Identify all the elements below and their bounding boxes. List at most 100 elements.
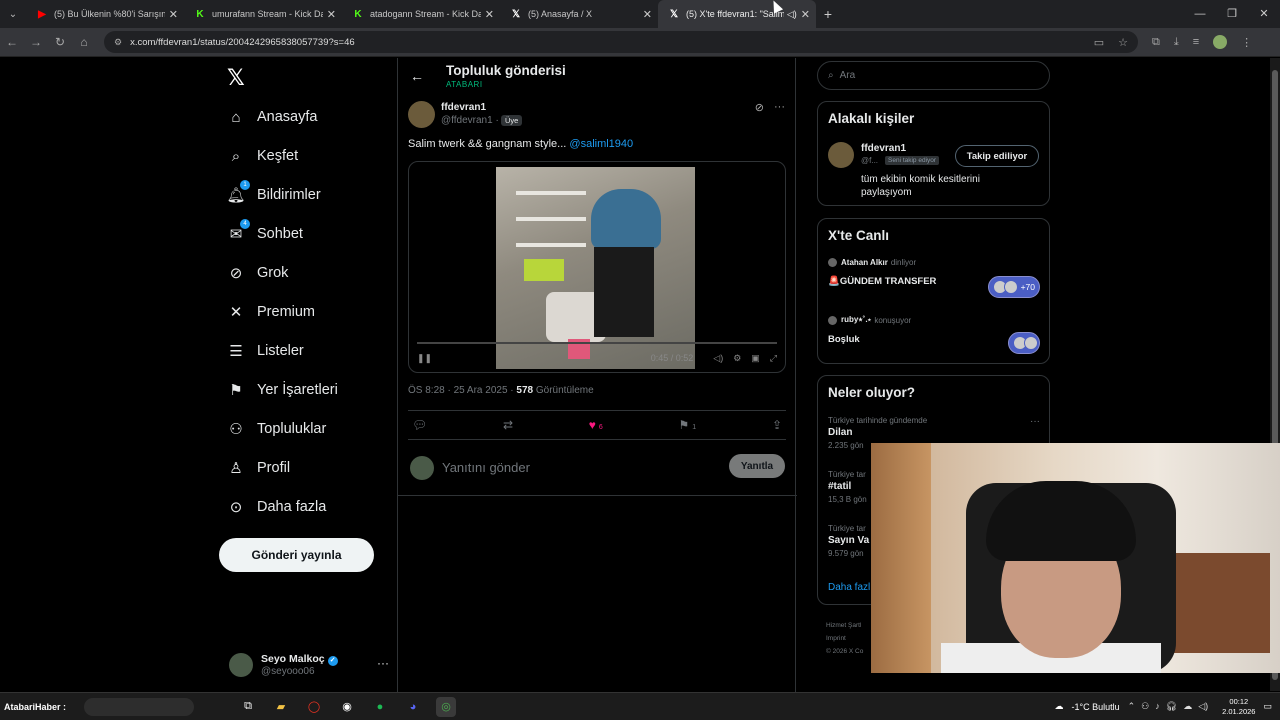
show-more-link[interactable]: Daha fazl xyxy=(828,582,870,593)
task-view-icon[interactable]: ⧉ xyxy=(238,697,258,717)
browser-tab[interactable]: 𝕏 (5) Anasayfa / X ✕ xyxy=(500,0,658,28)
browser-menu-icon[interactable]: ⋮ xyxy=(1241,36,1252,49)
author-name[interactable]: ffdevran1 xyxy=(441,102,486,113)
related-name[interactable]: ffdevran1 xyxy=(861,143,906,154)
chevron-up-icon[interactable]: ⌃ xyxy=(1128,701,1136,712)
weather-icon[interactable]: ☁ xyxy=(1055,701,1064,712)
back-arrow-icon[interactable]: ← xyxy=(410,68,424,84)
grok-icon[interactable]: ⊘ xyxy=(755,101,764,114)
account-switcher[interactable]: Seyo Malkoç ✓ @seyooo06 ··· xyxy=(229,648,389,682)
notification-icon[interactable]: ▭ xyxy=(1263,701,1272,712)
url-field[interactable]: ⚙ x.com/ffdevran1/status/200424296583805… xyxy=(104,31,1138,53)
spotify-icon[interactable]: ● xyxy=(370,697,390,717)
profile-avatar[interactable] xyxy=(1213,35,1228,49)
cast-icon[interactable]: ▭ xyxy=(1094,36,1104,49)
tab-search-icon[interactable]: ⌄ xyxy=(0,0,26,28)
nav-item-bildirimler[interactable]: 🔔︎ 1 Bildirimler xyxy=(226,180,321,210)
file-explorer-icon[interactable]: ▰ xyxy=(271,697,291,717)
more-icon[interactable]: ··· xyxy=(377,656,389,670)
post-time[interactable]: ÖS 8:28 · 25 Ara 2025 · xyxy=(408,385,516,396)
reply-button[interactable]: Yanıtla xyxy=(729,454,785,478)
home-browser-icon[interactable]: ⌂ xyxy=(72,35,96,49)
live-title: X'te Canlı xyxy=(828,228,889,243)
browser-tab[interactable]: Katadogann Stream - Kick Dashb ✕ xyxy=(342,0,500,28)
back-icon[interactable]: ← xyxy=(0,35,24,49)
nav-item-sohbet[interactable]: ✉ 4 Sohbet xyxy=(227,219,303,249)
following-button[interactable]: Takip ediliyor xyxy=(955,145,1039,167)
speaker-icon[interactable]: ◁) xyxy=(787,9,797,20)
like-button[interactable]: ♥ 6 xyxy=(589,418,603,432)
pip-icon[interactable]: ▣ xyxy=(751,353,760,364)
close-tab-icon[interactable]: ✕ xyxy=(801,8,810,21)
volume-icon[interactable]: ◁) xyxy=(1198,701,1208,712)
forward-icon[interactable]: → xyxy=(24,35,48,49)
reply-input[interactable]: Yanıtını gönder xyxy=(442,460,530,475)
video-player[interactable]: ❚❚ 0:45 / 0:52 ◁) ⚙ ▣ ⤢ xyxy=(408,161,786,373)
extensions-icon[interactable]: ⧉ xyxy=(1152,36,1160,49)
bookmark-button[interactable]: ⚑ 1 xyxy=(679,418,697,432)
pause-icon[interactable]: ❚❚ xyxy=(417,353,432,364)
star-icon[interactable]: ☆ xyxy=(1118,36,1128,49)
live-item[interactable]: Atahan Alkır dinliyor 🚨GÜNDEM TRANSFER +7… xyxy=(828,258,1040,298)
post-button[interactable]: Gönderi yayınla xyxy=(219,538,374,572)
author-handle[interactable]: @ffdevran1 · xyxy=(441,115,499,126)
settings-icon[interactable]: ⚙ xyxy=(733,353,741,364)
discord-icon[interactable]: ◕ xyxy=(403,697,423,717)
nav-item-daha-fazla[interactable]: ⊙ Daha fazla xyxy=(227,492,327,522)
app-tray-icon[interactable]: ⚇ xyxy=(1141,701,1149,712)
video-progress[interactable] xyxy=(417,342,777,344)
repost-icon[interactable]: ⇄ xyxy=(503,418,513,432)
nav-item-grok[interactable]: ⊘ Grok xyxy=(227,258,289,288)
footer-link[interactable]: Hizmet Şartl xyxy=(826,619,863,632)
live-listeners-pill[interactable]: +70 xyxy=(987,276,1040,298)
search-input[interactable]: ⌕ Ara xyxy=(817,61,1050,90)
more-icon[interactable]: ··· xyxy=(774,101,785,114)
more-icon[interactable]: ··· xyxy=(1030,416,1040,427)
browser-tab[interactable]: 𝕏 (5) X'te ffdevran1: "Salim t ◁) ✕ xyxy=(658,0,816,28)
nav-item-profil[interactable]: ♙ Profil xyxy=(227,453,290,483)
nav-item-yer-i-şaretleri[interactable]: ⚑ Yer İşaretleri xyxy=(227,375,338,405)
microphone-icon[interactable]: ♪ xyxy=(1155,701,1160,712)
restore-icon[interactable]: ❐ xyxy=(1216,0,1248,28)
close-window-icon[interactable]: ✕ xyxy=(1248,0,1280,28)
weather-text[interactable]: -1°C Bulutlu xyxy=(1072,702,1120,712)
media-control-icon[interactable]: ≡ xyxy=(1193,36,1199,48)
live-item[interactable]: ruby⭑˚.⋆ konuşuyor Boşluk xyxy=(828,315,1040,354)
obs-icon[interactable]: ◉ xyxy=(337,697,357,717)
related-avatar[interactable] xyxy=(828,142,854,168)
footer-link[interactable]: Imprint xyxy=(826,632,863,645)
author-avatar[interactable] xyxy=(408,101,435,128)
volume-icon[interactable]: ◁) xyxy=(713,353,723,364)
nav-item-keşfet[interactable]: ⌕ Keşfet xyxy=(227,141,298,171)
cloud-icon[interactable]: ☁ xyxy=(1183,701,1192,712)
browser-tab[interactable]: ▶ (5) Bu Ülkenin %80'i Sarışın! - A ✕ xyxy=(26,0,184,28)
share-icon[interactable]: ⇪ xyxy=(772,418,782,432)
reply-icon[interactable]: 💬︎ xyxy=(412,418,427,432)
taskbar-search[interactable] xyxy=(84,697,194,716)
reload-icon[interactable]: ↻ xyxy=(48,35,72,49)
download-icon[interactable]: ⤓ xyxy=(1174,36,1179,49)
nav-item-premium[interactable]: ✕ Premium xyxy=(227,297,315,327)
minimize-icon[interactable]: — xyxy=(1184,0,1216,28)
opera-icon[interactable]: ◯ xyxy=(304,697,324,717)
new-tab-button[interactable]: + xyxy=(816,6,840,22)
chrome-icon[interactable]: ◎ xyxy=(436,696,456,717)
nav-item-anasayfa[interactable]: ⌂ Anasayfa xyxy=(227,102,317,132)
close-tab-icon[interactable]: ✕ xyxy=(643,8,652,21)
site-info-icon[interactable]: ⚙ xyxy=(114,37,122,48)
nav-item-listeler[interactable]: ☰ Listeler xyxy=(227,336,303,366)
fullscreen-icon[interactable]: ⤢ xyxy=(770,353,777,364)
live-listeners-pill[interactable] xyxy=(1008,332,1040,354)
community-name[interactable]: ATABARI xyxy=(446,80,483,89)
headset-icon[interactable]: 🎧︎ xyxy=(1166,701,1177,712)
video-frame[interactable] xyxy=(496,167,695,369)
browser-tab[interactable]: Kumurafann Stream - Kick Dashb ✕ xyxy=(184,0,342,28)
close-tab-icon[interactable]: ✕ xyxy=(169,8,178,21)
close-tab-icon[interactable]: ✕ xyxy=(485,8,494,21)
x-logo-icon[interactable]: 𝕏 xyxy=(227,66,245,91)
close-tab-icon[interactable]: ✕ xyxy=(327,8,336,21)
nav-item-topluluklar[interactable]: ⚇ Topluluklar xyxy=(227,414,326,444)
mention-link[interactable]: @saliml1940 xyxy=(569,138,633,150)
clock[interactable]: 00:12 2.01.2026 xyxy=(1222,697,1255,717)
related-handle[interactable]: @f... xyxy=(861,156,878,165)
